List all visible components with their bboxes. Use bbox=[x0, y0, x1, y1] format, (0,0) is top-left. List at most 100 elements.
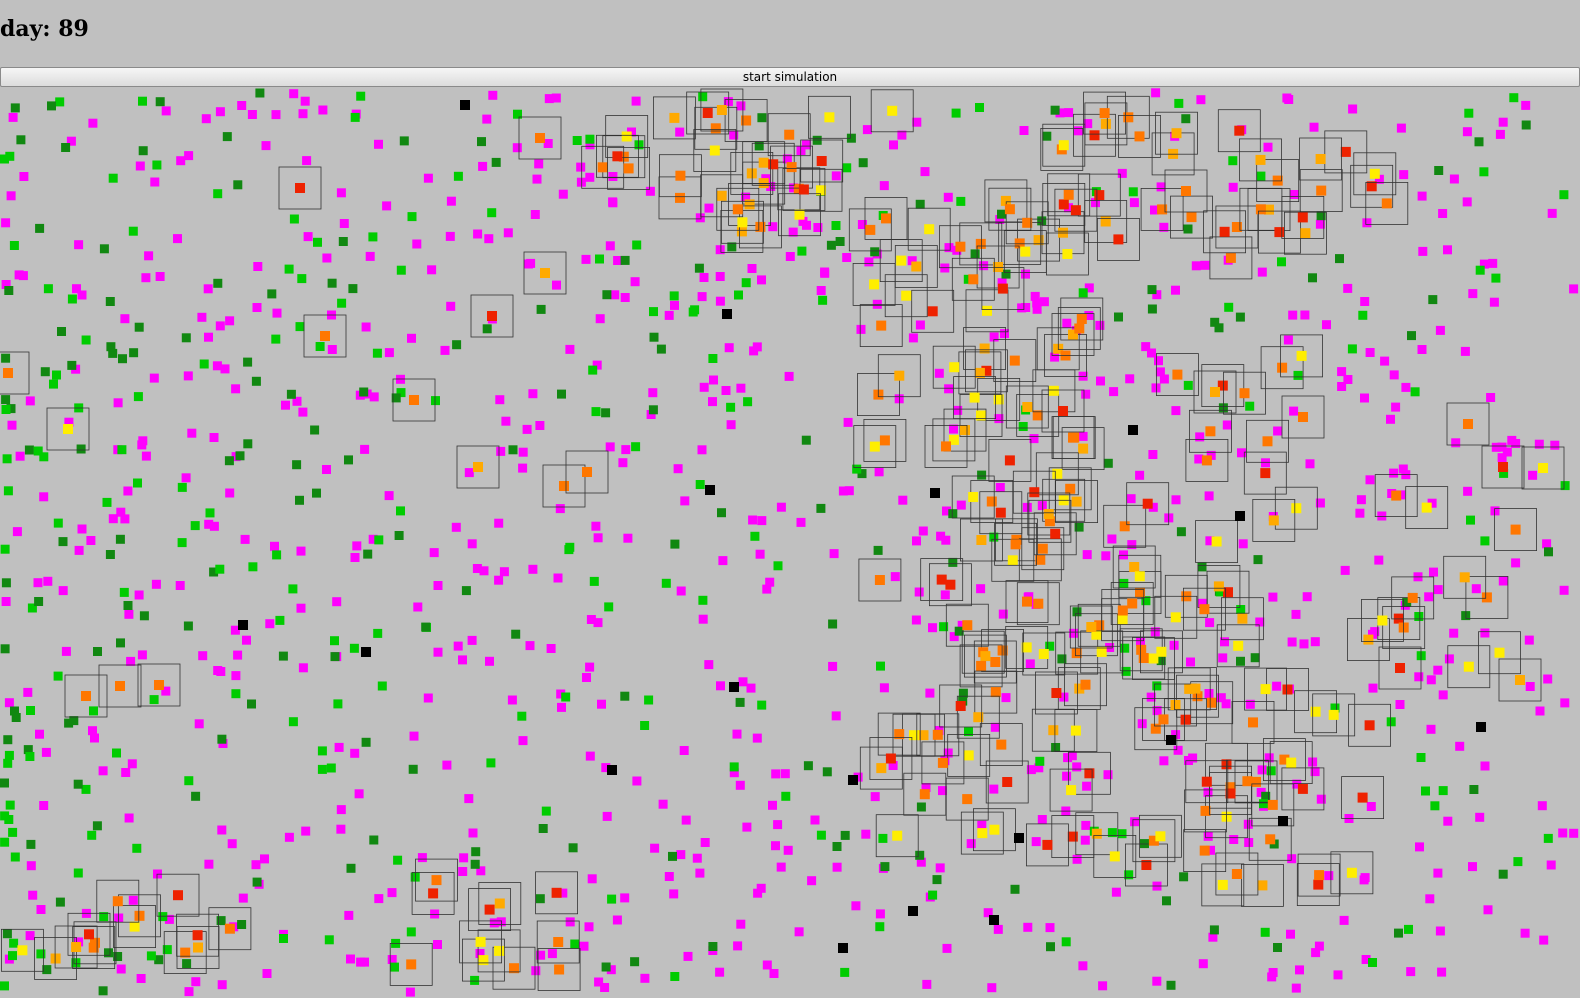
recovered-agent bbox=[73, 868, 83, 878]
infected-agent bbox=[1058, 199, 1069, 210]
simulation-field bbox=[0, 88, 1579, 997]
recovered-agent bbox=[8, 827, 18, 837]
recovered-agent bbox=[452, 340, 462, 350]
recovered-agent bbox=[1, 405, 11, 414]
recovered-agent bbox=[35, 223, 45, 233]
susceptible-agent bbox=[253, 262, 263, 271]
recovered-agent bbox=[561, 692, 571, 702]
infected-agent bbox=[1086, 622, 1097, 632]
simulation-canvas[interactable] bbox=[0, 88, 1580, 998]
susceptible-agent bbox=[1511, 439, 1521, 448]
infected-agent bbox=[1310, 706, 1321, 717]
susceptible-agent bbox=[768, 800, 777, 810]
susceptible-agent bbox=[197, 312, 207, 322]
susceptible-agent bbox=[74, 545, 84, 555]
susceptible-agent bbox=[98, 766, 108, 776]
recovered-agent bbox=[1479, 167, 1489, 177]
infected-agent bbox=[1481, 592, 1492, 603]
start-simulation-button[interactable]: start simulation bbox=[0, 67, 1580, 87]
infected-agent bbox=[193, 942, 203, 953]
recovered-agent bbox=[773, 561, 783, 571]
infected-agent bbox=[1233, 640, 1244, 651]
infected-agent bbox=[927, 306, 938, 317]
susceptible-agent bbox=[526, 258, 536, 268]
susceptible-agent bbox=[1073, 126, 1083, 136]
susceptible-agent bbox=[512, 143, 522, 153]
recovered-agent bbox=[1051, 743, 1061, 752]
susceptible-agent bbox=[680, 496, 690, 506]
susceptible-agent bbox=[618, 458, 628, 468]
recovered-agent bbox=[816, 830, 826, 840]
susceptible-agent bbox=[1425, 894, 1435, 904]
susceptible-agent bbox=[936, 531, 946, 541]
susceptible-agent bbox=[334, 742, 344, 752]
recovered-agent bbox=[708, 354, 718, 363]
susceptible-agent bbox=[1238, 539, 1248, 549]
infected-agent bbox=[1058, 140, 1069, 151]
susceptible-agent bbox=[715, 272, 725, 281]
susceptible-agent bbox=[1451, 438, 1461, 448]
recovered-agent bbox=[344, 455, 353, 465]
susceptible-agent bbox=[213, 666, 223, 675]
susceptible-agent bbox=[503, 228, 513, 238]
susceptible-agent bbox=[387, 888, 397, 898]
recovered-agent bbox=[1114, 312, 1123, 322]
recovered-agent bbox=[129, 348, 139, 358]
susceptible-agent bbox=[1502, 447, 1512, 457]
infected-agent bbox=[1094, 190, 1105, 201]
susceptible-agent bbox=[546, 644, 556, 653]
recovered-agent bbox=[139, 611, 149, 621]
recovered-agent bbox=[726, 402, 736, 412]
susceptible-agent bbox=[1135, 470, 1145, 480]
susceptible-agent bbox=[699, 382, 709, 392]
susceptible-agent bbox=[733, 941, 743, 951]
recovered-agent bbox=[330, 652, 340, 662]
deceased-agent bbox=[722, 309, 732, 319]
susceptible-agent bbox=[25, 396, 35, 406]
recovered-agent bbox=[1273, 943, 1282, 952]
infected-agent bbox=[1117, 605, 1128, 616]
recovered-agent bbox=[118, 354, 127, 364]
susceptible-agent bbox=[746, 683, 756, 693]
susceptible-agent bbox=[1300, 310, 1310, 320]
susceptible-agent bbox=[612, 915, 622, 925]
susceptible-agent bbox=[742, 822, 752, 832]
recovered-agent bbox=[337, 298, 347, 308]
susceptible-agent bbox=[135, 161, 145, 171]
infected-agent bbox=[1171, 128, 1182, 139]
infected-agent bbox=[134, 910, 145, 921]
susceptible-agent bbox=[175, 581, 185, 590]
susceptible-agent bbox=[339, 219, 349, 228]
susceptible-agent bbox=[360, 444, 370, 454]
recovered-agent bbox=[16, 135, 26, 145]
day-value: 89 bbox=[58, 16, 89, 42]
deceased-agent bbox=[930, 488, 940, 498]
susceptible-agent bbox=[1396, 123, 1406, 133]
infected-agent bbox=[1067, 831, 1078, 842]
susceptible-agent bbox=[1031, 837, 1041, 847]
recovered-agent bbox=[491, 157, 501, 167]
susceptible-agent bbox=[407, 333, 416, 343]
susceptible-agent bbox=[433, 581, 443, 590]
infected-agent bbox=[1136, 644, 1147, 655]
recovered-agent bbox=[477, 137, 486, 147]
susceptible-agent bbox=[724, 343, 734, 353]
susceptible-agent bbox=[301, 826, 311, 836]
susceptible-agent bbox=[709, 375, 718, 385]
infected-agent bbox=[1063, 189, 1074, 200]
infected-agent bbox=[955, 701, 966, 711]
susceptible-agent bbox=[204, 332, 213, 342]
susceptible-agent bbox=[369, 392, 379, 402]
infected-agent bbox=[1239, 388, 1250, 399]
susceptible-agent bbox=[1356, 495, 1366, 505]
susceptible-agent bbox=[1424, 592, 1434, 602]
infected-agent bbox=[597, 162, 608, 173]
susceptible-agent bbox=[417, 853, 427, 863]
recovered-agent bbox=[1235, 312, 1245, 322]
susceptible-agent bbox=[1471, 584, 1481, 594]
susceptible-agent bbox=[528, 564, 538, 574]
recovered-agent bbox=[1236, 605, 1246, 614]
recovered-agent bbox=[69, 716, 79, 726]
susceptible-agent bbox=[442, 760, 452, 770]
susceptible-agent bbox=[704, 203, 714, 213]
